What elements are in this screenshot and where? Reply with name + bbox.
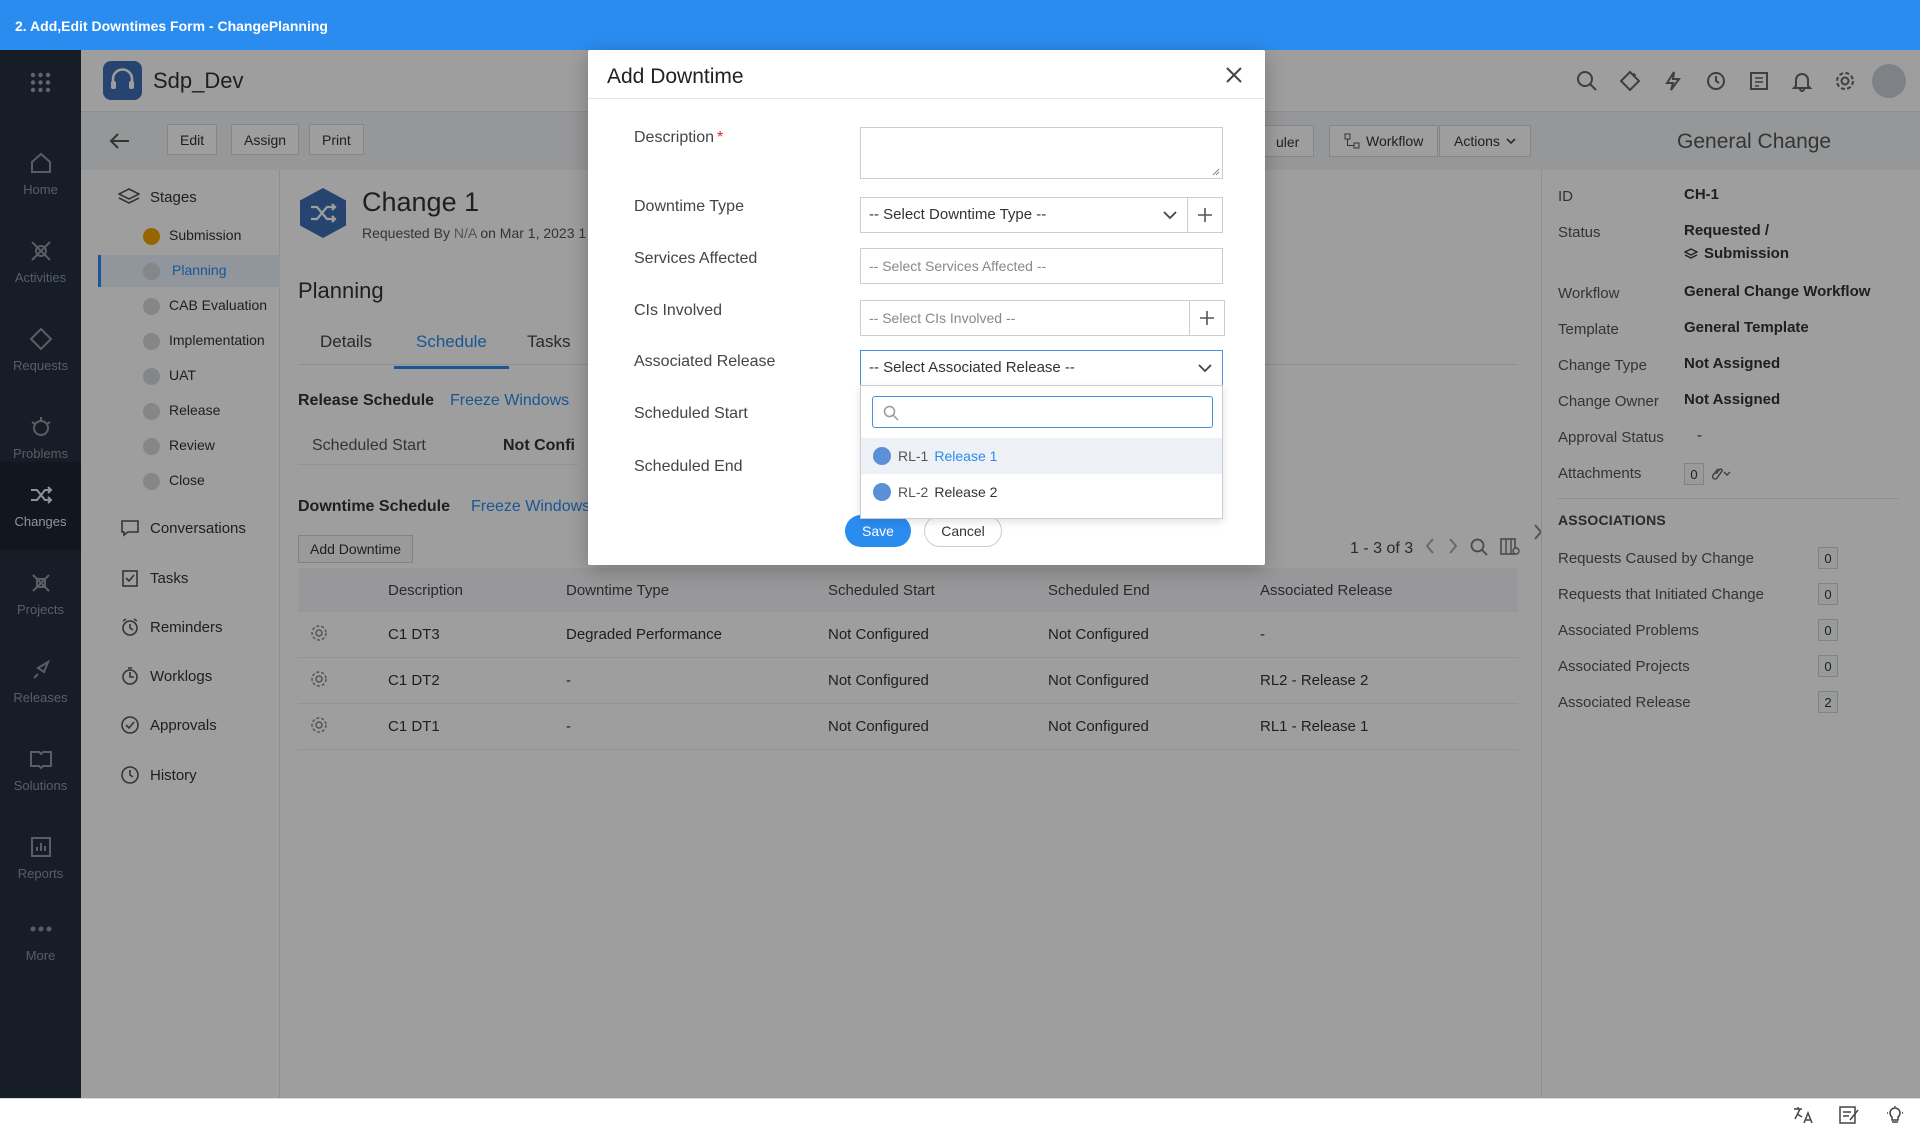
cancel-button[interactable]: Cancel — [924, 515, 1002, 547]
close-icon[interactable] — [1224, 65, 1244, 89]
dialog-title: Add Downtime — [607, 65, 744, 88]
associated-release-dropdown: RL-1 Release 1 RL-2 Release 2 — [860, 385, 1223, 519]
add-downtime-dialog: Add Downtime Description * Downtime Type … — [588, 50, 1265, 565]
option-name: Release 2 — [934, 484, 998, 500]
option-name: Release 1 — [934, 448, 998, 464]
translate-icon[interactable] — [1792, 1105, 1814, 1129]
option-code: RL-1 — [898, 448, 929, 464]
notepad-icon[interactable] — [1838, 1105, 1860, 1129]
required-asterisk: * — [717, 129, 724, 146]
associated-release-value: -- Select Associated Release -- — [869, 359, 1075, 376]
add-ci-button[interactable] — [1189, 300, 1225, 336]
dropdown-option-rl-2[interactable]: RL-2 Release 2 — [861, 474, 1222, 510]
dialog-divider — [588, 98, 1265, 99]
bottom-status-bar — [0, 1098, 1920, 1130]
search-icon — [883, 405, 899, 421]
associated-release-select[interactable]: -- Select Associated Release -- — [860, 350, 1223, 386]
add-downtime-type-button[interactable] — [1187, 197, 1223, 233]
cis-involved-select[interactable]: -- Select CIs Involved -- — [860, 300, 1190, 336]
dropdown-search-input[interactable] — [872, 396, 1213, 428]
downtime-type-select[interactable]: -- Select Downtime Type -- — [860, 197, 1188, 233]
save-button[interactable]: Save — [845, 515, 911, 547]
dropdown-option-rl-1[interactable]: RL-1 Release 1 — [861, 438, 1222, 474]
scheduled-end-label: Scheduled End — [634, 458, 743, 475]
downtime-type-label: Downtime Type — [634, 198, 744, 215]
associated-release-label: Associated Release — [634, 353, 776, 370]
scheduled-start-label: Scheduled Start — [634, 405, 748, 422]
option-code: RL-2 — [898, 484, 929, 500]
description-label-text: Description — [634, 129, 715, 146]
chevron-down-icon — [1163, 211, 1177, 220]
release-icon — [873, 483, 891, 501]
description-label: Description * — [634, 129, 723, 147]
downtime-type-value: -- Select Downtime Type -- — [869, 206, 1047, 223]
resize-handle-icon[interactable] — [1212, 168, 1220, 176]
plus-icon — [1198, 208, 1212, 222]
chevron-down-icon — [1198, 364, 1212, 373]
description-textarea[interactable] — [860, 127, 1223, 179]
cis-involved-label: CIs Involved — [634, 302, 723, 319]
release-icon — [873, 447, 891, 465]
services-affected-label: Services Affected — [634, 250, 758, 267]
window-title: 2. Add,Edit Downtimes Form - ChangePlann… — [0, 0, 1920, 50]
lightbulb-icon[interactable] — [1884, 1105, 1906, 1129]
plus-icon — [1200, 311, 1214, 325]
services-affected-select[interactable]: -- Select Services Affected -- — [860, 248, 1223, 284]
